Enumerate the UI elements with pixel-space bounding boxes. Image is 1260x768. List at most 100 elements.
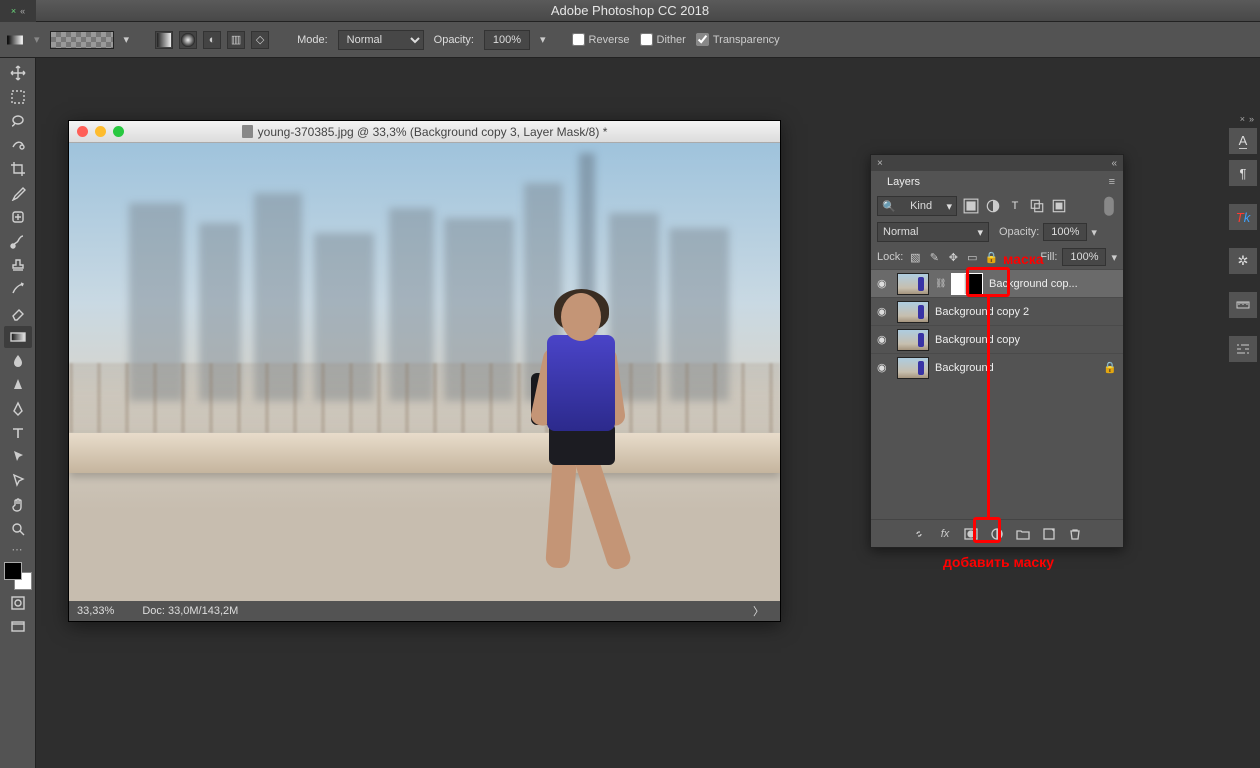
color-swatches[interactable] [4, 562, 32, 590]
add-mask-button[interactable] [963, 526, 979, 542]
mask-link-icon[interactable]: ⛓ [935, 278, 945, 289]
layers-tab[interactable]: Layers [879, 173, 928, 191]
reverse-checkbox[interactable]: Reverse [572, 33, 630, 46]
panel-close-icon[interactable]: × [877, 158, 883, 169]
edit-toolbar-button[interactable]: ⋯ [4, 542, 32, 556]
layer-row[interactable]: ◉ Background 🔒 [871, 353, 1123, 381]
visibility-icon[interactable]: ◉ [877, 305, 891, 318]
ruler-panel-icon[interactable] [1229, 292, 1257, 318]
path-select-tool[interactable] [4, 446, 32, 468]
layer-opacity-field[interactable] [1043, 223, 1087, 241]
layer-name[interactable]: Background copy [935, 334, 1020, 346]
filter-adjustment-icon[interactable] [985, 198, 1001, 214]
blur-tool[interactable] [4, 350, 32, 372]
eraser-tool[interactable] [4, 302, 32, 324]
screen-mode-button[interactable] [4, 616, 32, 638]
document-titlebar[interactable]: young-370385.jpg @ 33,3% (Background cop… [69, 121, 780, 143]
panel-collapse-icon[interactable]: « [1111, 158, 1117, 169]
paragraph-panel-icon[interactable]: ¶ [1229, 160, 1257, 186]
doc-size-readout[interactable]: Doc: 33,0M/143,2M [142, 605, 238, 617]
gradient-picker-caret[interactable]: ▾ [124, 33, 130, 46]
zoom-window-button[interactable] [113, 126, 124, 137]
gradient-tool[interactable] [4, 326, 32, 348]
visibility-icon[interactable]: ◉ [877, 333, 891, 346]
fill-field[interactable] [1062, 248, 1106, 266]
minimize-window-button[interactable] [95, 126, 106, 137]
panel-menu-icon[interactable]: ≡ [1109, 176, 1115, 188]
linear-gradient-button[interactable] [155, 31, 173, 49]
visibility-icon[interactable]: ◉ [877, 361, 891, 374]
layer-name[interactable]: Background copy 2 [935, 306, 1029, 318]
layer-name[interactable]: Background [935, 362, 994, 374]
opacity-field[interactable] [484, 30, 530, 50]
hand-tool[interactable] [4, 494, 32, 516]
layer-name[interactable]: Background cop... [989, 278, 1078, 290]
blend-mode-select[interactable]: Normal [338, 30, 424, 50]
lasso-tool[interactable] [4, 110, 32, 132]
history-brush-tool[interactable] [4, 278, 32, 300]
link-layers-button[interactable] [911, 526, 927, 542]
zoom-readout[interactable]: 33,33% [77, 605, 114, 617]
layer-row[interactable]: ◉ ⛓ Background cop... [871, 269, 1123, 297]
document-canvas[interactable] [69, 143, 780, 601]
lock-transparent-icon[interactable]: ▧ [908, 250, 922, 264]
brush-tool[interactable] [4, 230, 32, 252]
layer-thumbnail[interactable] [897, 357, 929, 379]
helm-panel-icon[interactable]: ✲ [1229, 248, 1257, 274]
angle-gradient-button[interactable]: ◐ [203, 31, 221, 49]
dither-checkbox[interactable]: Dither [640, 33, 686, 46]
layer-thumbnail[interactable] [897, 329, 929, 351]
layer-row[interactable]: ◉ Background copy 2 [871, 297, 1123, 325]
diamond-gradient-button[interactable]: ◇ [251, 31, 269, 49]
new-group-button[interactable] [1015, 526, 1031, 542]
filter-pixel-icon[interactable] [963, 198, 979, 214]
lock-icon: 🔒 [1103, 361, 1117, 374]
gradient-preview[interactable] [50, 31, 114, 49]
gradient-tool-icon[interactable] [6, 31, 24, 49]
preset-panel-icon[interactable] [1229, 336, 1257, 362]
lock-all-icon[interactable]: 🔒 [984, 250, 998, 264]
filter-shape-icon[interactable] [1029, 198, 1045, 214]
filter-smart-icon[interactable] [1051, 198, 1067, 214]
layer-thumbnail[interactable] [897, 301, 929, 323]
layer-effects-button[interactable]: fx [937, 526, 953, 542]
layer-blend-select[interactable]: Normal▾ [877, 222, 989, 242]
reflected-gradient-button[interactable]: ▥ [227, 31, 245, 49]
move-tool[interactable] [4, 62, 32, 84]
delete-layer-button[interactable] [1067, 526, 1083, 542]
stamp-tool[interactable] [4, 254, 32, 276]
lock-artboard-icon[interactable]: ▭ [965, 250, 979, 264]
eyedropper-tool[interactable] [4, 182, 32, 204]
filter-toggle-icon[interactable] [1101, 198, 1117, 214]
status-more-icon[interactable]: 〉 [753, 603, 764, 619]
type-tool[interactable] [4, 422, 32, 444]
transparency-checkbox[interactable]: Transparency [696, 33, 780, 46]
layer-row[interactable]: ◉ Background copy [871, 325, 1123, 353]
marquee-tool[interactable] [4, 86, 32, 108]
quick-mask-toggle[interactable] [4, 592, 32, 614]
foreground-color-swatch[interactable] [4, 562, 22, 580]
filter-kind-select[interactable]: 🔍Kind▾ [877, 196, 957, 216]
adjustment-layer-button[interactable] [989, 526, 1005, 542]
character-panel-icon[interactable]: A [1229, 128, 1257, 154]
zoom-tool[interactable] [4, 518, 32, 540]
crop-tool[interactable] [4, 158, 32, 180]
lock-position-icon[interactable]: ✥ [946, 250, 960, 264]
close-window-button[interactable] [77, 126, 88, 137]
opacity-caret[interactable]: ▾ [540, 33, 546, 46]
mask-thumbnail[interactable] [951, 273, 983, 295]
spot-heal-tool[interactable] [4, 206, 32, 228]
panel-header[interactable]: × « [871, 155, 1123, 171]
dock-notch: ×» [1240, 114, 1254, 124]
lock-image-icon[interactable]: ✎ [927, 250, 941, 264]
tk-panel-icon[interactable]: Tk [1229, 204, 1257, 230]
filter-type-icon[interactable]: T [1007, 198, 1023, 214]
new-layer-button[interactable] [1041, 526, 1057, 542]
quick-select-tool[interactable] [4, 134, 32, 156]
dodge-tool[interactable] [4, 374, 32, 396]
layer-thumbnail[interactable] [897, 273, 929, 295]
pen-tool[interactable] [4, 398, 32, 420]
direct-select-tool[interactable] [4, 470, 32, 492]
visibility-icon[interactable]: ◉ [877, 277, 891, 290]
radial-gradient-button[interactable] [179, 31, 197, 49]
